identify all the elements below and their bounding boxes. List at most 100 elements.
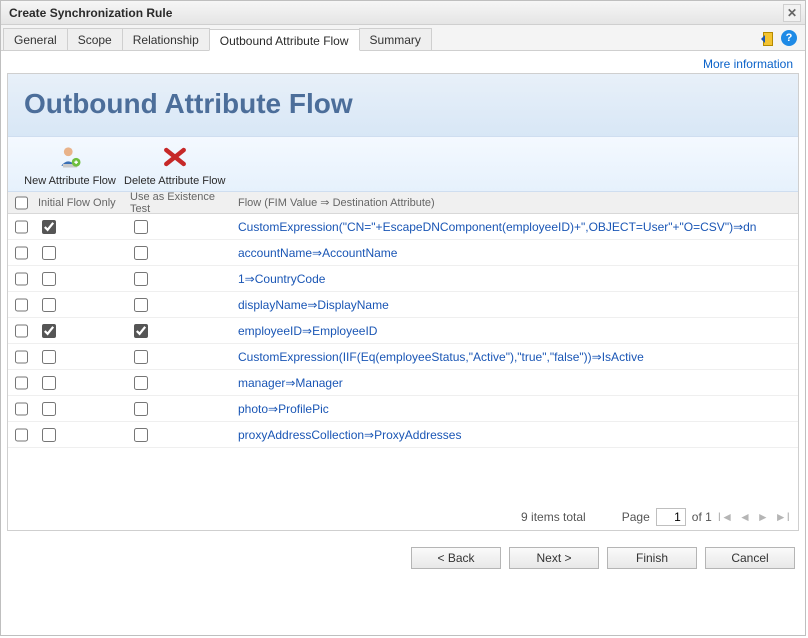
initial-flow-only-cell <box>34 373 126 393</box>
row-select-cell <box>8 399 34 419</box>
table-row: 1⇒CountryCode <box>8 266 798 292</box>
select-all-cell <box>8 193 34 213</box>
tabs-toolbar: ? <box>761 30 805 46</box>
paste-icon[interactable] <box>761 30 775 46</box>
flow-link[interactable]: proxyAddressCollection⇒ProxyAddresses <box>238 428 461 442</box>
existence-test-cell <box>126 399 234 419</box>
finish-button[interactable]: Finish <box>607 547 697 569</box>
pager-prev-icon[interactable]: ◄ <box>739 510 751 524</box>
row-select-checkbox[interactable] <box>15 324 28 338</box>
new-attribute-flow-button[interactable]: New Attribute Flow <box>20 143 120 187</box>
row-select-checkbox[interactable] <box>15 350 28 364</box>
back-button[interactable]: < Back <box>411 547 501 569</box>
flow-link[interactable]: 1⇒CountryCode <box>238 272 325 286</box>
initial-flow-only-checkbox[interactable] <box>42 324 56 338</box>
dialog: Create Synchronization Rule ✕ General Sc… <box>0 0 806 636</box>
initial-flow-only-checkbox[interactable] <box>42 272 56 286</box>
row-select-cell <box>8 217 34 237</box>
table-row: proxyAddressCollection⇒ProxyAddresses <box>8 422 798 448</box>
row-select-cell <box>8 243 34 263</box>
flow-link[interactable]: photo⇒ProfilePic <box>238 402 329 416</box>
flow-link[interactable]: displayName⇒DisplayName <box>238 298 389 312</box>
existence-test-checkbox[interactable] <box>134 402 148 416</box>
existence-test-cell <box>126 321 234 341</box>
flow-cell: photo⇒ProfilePic <box>234 402 798 416</box>
table-row: manager⇒Manager <box>8 370 798 396</box>
content-panel: Outbound Attribute Flow New Attribute Fl… <box>7 73 799 531</box>
tab-relationship[interactable]: Relationship <box>122 28 210 50</box>
cancel-button[interactable]: Cancel <box>705 547 795 569</box>
existence-test-checkbox[interactable] <box>134 246 148 260</box>
existence-test-cell <box>126 347 234 367</box>
content-inner: Outbound Attribute Flow New Attribute Fl… <box>8 74 798 530</box>
page-title: Outbound Attribute Flow <box>8 74 798 136</box>
initial-flow-only-cell <box>34 347 126 367</box>
flow-cell: displayName⇒DisplayName <box>234 298 798 312</box>
initial-flow-only-checkbox[interactable] <box>42 220 56 234</box>
row-select-checkbox[interactable] <box>15 298 28 312</box>
tab-scope[interactable]: Scope <box>67 28 123 50</box>
initial-flow-only-cell <box>34 295 126 315</box>
next-button[interactable]: Next > <box>509 547 599 569</box>
row-select-checkbox[interactable] <box>15 428 28 442</box>
flow-link[interactable]: CustomExpression("CN="+EscapeDNComponent… <box>238 220 756 234</box>
initial-flow-only-checkbox[interactable] <box>42 350 56 364</box>
user-add-icon <box>54 143 86 171</box>
delete-attribute-flow-button[interactable]: Delete Attribute Flow <box>124 143 226 187</box>
row-select-checkbox[interactable] <box>15 402 28 416</box>
initial-flow-only-checkbox[interactable] <box>42 428 56 442</box>
flow-link[interactable]: accountName⇒AccountName <box>238 246 397 260</box>
grid-body: CustomExpression("CN="+EscapeDNComponent… <box>8 214 798 448</box>
help-icon[interactable]: ? <box>781 30 797 46</box>
row-select-checkbox[interactable] <box>15 220 28 234</box>
row-select-checkbox[interactable] <box>15 272 28 286</box>
flow-cell: CustomExpression(IIF(Eq(employeeStatus,"… <box>234 350 798 364</box>
flow-link[interactable]: employeeID⇒EmployeeID <box>238 324 377 338</box>
existence-test-checkbox[interactable] <box>134 220 148 234</box>
table-row: photo⇒ProfilePic <box>8 396 798 422</box>
titlebar: Create Synchronization Rule ✕ <box>1 1 805 25</box>
tab-general[interactable]: General <box>3 28 68 50</box>
initial-flow-only-checkbox[interactable] <box>42 376 56 390</box>
initial-flow-only-checkbox[interactable] <box>42 402 56 416</box>
wizard-buttons: < Back Next > Finish Cancel <box>1 539 805 579</box>
initial-flow-only-cell <box>34 243 126 263</box>
pager: 9 items total Page of 1 I◄ ◄ ► ►I <box>8 504 798 530</box>
pager-next-icon[interactable]: ► <box>757 510 769 524</box>
pager-last-icon[interactable]: ►I <box>775 510 790 524</box>
more-information-link[interactable]: More information <box>1 51 805 73</box>
table-row: employeeID⇒EmployeeID <box>8 318 798 344</box>
row-select-cell <box>8 295 34 315</box>
row-select-cell <box>8 425 34 445</box>
existence-test-checkbox[interactable] <box>134 428 148 442</box>
row-select-checkbox[interactable] <box>15 376 28 390</box>
existence-test-cell <box>126 269 234 289</box>
col-flow[interactable]: Flow (FIM Value ⇒ Destination Attribute) <box>234 196 798 209</box>
tab-summary[interactable]: Summary <box>359 28 432 50</box>
initial-flow-only-cell <box>34 399 126 419</box>
close-button[interactable]: ✕ <box>783 4 801 22</box>
existence-test-checkbox[interactable] <box>134 350 148 364</box>
col-use-as-existence-test[interactable]: Use as Existence Test <box>126 191 234 215</box>
close-icon: ✕ <box>787 6 797 20</box>
initial-flow-only-checkbox[interactable] <box>42 246 56 260</box>
tab-outbound-attribute-flow[interactable]: Outbound Attribute Flow <box>209 29 360 51</box>
existence-test-checkbox[interactable] <box>134 376 148 390</box>
pager-first-icon[interactable]: I◄ <box>718 510 733 524</box>
existence-test-checkbox[interactable] <box>134 272 148 286</box>
existence-test-checkbox[interactable] <box>134 324 148 338</box>
page-of-label: of 1 <box>692 510 712 524</box>
row-select-cell <box>8 269 34 289</box>
row-select-checkbox[interactable] <box>15 246 28 260</box>
existence-test-cell <box>126 217 234 237</box>
existence-test-checkbox[interactable] <box>134 298 148 312</box>
existence-test-cell <box>126 295 234 315</box>
page-number-input[interactable] <box>656 508 686 526</box>
flow-link[interactable]: CustomExpression(IIF(Eq(employeeStatus,"… <box>238 350 644 364</box>
page-label: Page <box>622 510 650 524</box>
flow-link[interactable]: manager⇒Manager <box>238 376 343 390</box>
select-all-checkbox[interactable] <box>15 196 28 210</box>
delete-x-icon <box>159 143 191 171</box>
col-initial-flow-only[interactable]: Initial Flow Only <box>34 197 126 209</box>
initial-flow-only-checkbox[interactable] <box>42 298 56 312</box>
